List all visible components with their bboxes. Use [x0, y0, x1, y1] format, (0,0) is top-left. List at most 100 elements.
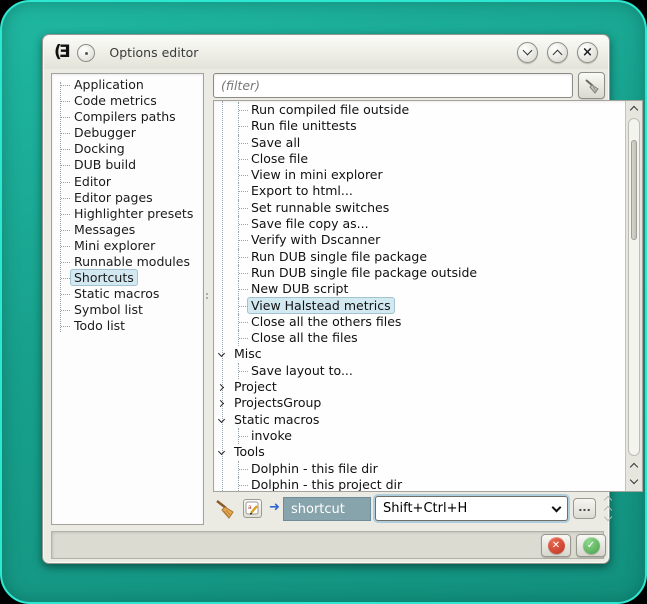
chevron-right-icon[interactable]	[217, 384, 224, 391]
scrollbar-track[interactable]	[628, 118, 640, 456]
maximize-button[interactable]	[547, 42, 568, 63]
app-logo-icon: (Ǝ	[54, 44, 67, 61]
tree-connector	[239, 175, 248, 176]
sidebar-item-debugger[interactable]: Debugger	[52, 125, 203, 141]
chevron-down-icon	[630, 476, 638, 484]
category-panel[interactable]: ApplicationCode metricsCompilers pathsDe…	[51, 73, 204, 525]
tree-item-save-file-copy-as[interactable]: Save file copy as...	[214, 216, 625, 232]
chevron-down-icon[interactable]	[218, 416, 225, 423]
chevron-down-icon[interactable]	[218, 350, 225, 357]
close-icon: ×	[578, 43, 597, 62]
tree-item-view-in-mini-explorer[interactable]: View in mini explorer	[214, 167, 625, 183]
tree-connector	[239, 224, 248, 225]
sidebar-item-static-macros[interactable]: Static macros	[52, 286, 203, 302]
tree-item-project[interactable]: Project	[214, 379, 625, 395]
sidebar-item-label: DUB build	[74, 157, 136, 172]
chevron-up-icon	[630, 106, 638, 114]
property-name-cell[interactable]: shortcut	[283, 497, 371, 521]
clear-filter-button[interactable]	[578, 72, 605, 99]
tree-item-save-layout-to[interactable]: Save layout to...	[214, 363, 625, 379]
sidebar-item-docking[interactable]: Docking	[52, 141, 203, 157]
tree-connector	[61, 246, 70, 247]
sidebar-item-label: Messages	[74, 222, 135, 237]
tree-item-close-all-the-files[interactable]: Close all the files	[214, 330, 625, 346]
cancel-x-icon: ✕	[548, 537, 565, 554]
tree-connector	[239, 143, 248, 144]
sidebar-item-mini-explorer[interactable]: Mini explorer	[52, 238, 203, 254]
tree-item-run-file-unittests[interactable]: Run file unittests	[214, 118, 625, 134]
sidebar-item-highlighter-presets[interactable]: Highlighter presets	[52, 206, 203, 222]
tree-item-misc[interactable]: Misc	[214, 346, 625, 362]
tree-connector	[239, 208, 248, 209]
tree-item-close-file[interactable]: Close file	[214, 151, 625, 167]
tree-item-view-halstead-metrics[interactable]: View Halstead metrics	[214, 298, 625, 314]
sidebar-item-label: Runnable modules	[74, 254, 190, 269]
tree-connector	[239, 191, 248, 192]
sidebar-item-runnable-modules[interactable]: Runnable modules	[52, 254, 203, 270]
tree-item-set-runnable-switches[interactable]: Set runnable switches	[214, 200, 625, 216]
scroll-up-button[interactable]	[626, 101, 643, 117]
sidebar-item-code-metrics[interactable]: Code metrics	[52, 93, 203, 109]
tree-item-tools[interactable]: Tools	[214, 444, 625, 460]
tree-item-static-macros[interactable]: Static macros	[214, 412, 625, 428]
tree-item-new-dub-script[interactable]: New DUB script	[214, 281, 625, 297]
sidebar-item-editor[interactable]: Editor	[52, 174, 203, 190]
scrollbar-thumb[interactable]	[631, 140, 637, 240]
chevron-down-icon[interactable]	[218, 448, 225, 455]
cancel-button[interactable]: ✕	[541, 534, 571, 557]
sidebar-item-editor-pages[interactable]: Editor pages	[52, 190, 203, 206]
tree-item-run-dub-single-file-package[interactable]: Run DUB single file package	[214, 249, 625, 265]
tree-item-save-all[interactable]: Save all	[214, 135, 625, 151]
sidebar-item-todo-list[interactable]: Todo list	[52, 318, 203, 334]
tree-item-label: Misc	[234, 346, 262, 361]
tree-item-label: Save file copy as...	[251, 216, 369, 231]
more-options-button[interactable]: ...	[573, 498, 596, 519]
minimize-button[interactable]	[517, 42, 538, 63]
tree-item-close-all-the-others-files[interactable]: Close all the others files	[214, 314, 625, 330]
tree-item-label: Save layout to...	[251, 363, 353, 378]
tree-item-label: Save all	[251, 135, 300, 150]
sidebar-item-dub-build[interactable]: DUB build	[52, 157, 203, 173]
clean-broom-icon[interactable]	[213, 497, 237, 521]
tree-item-invoke[interactable]: invoke	[214, 428, 625, 444]
tree-item-label: Close all the others files	[251, 314, 401, 329]
tree-item-verify-with-dscanner[interactable]: Verify with Dscanner	[214, 232, 625, 248]
sidebar-item-messages[interactable]: Messages	[52, 222, 203, 238]
sidebar-item-label: Application	[74, 77, 144, 92]
filter-input[interactable]	[213, 73, 573, 98]
titlebar[interactable]: (Ǝ Options editor ×	[44, 36, 608, 69]
close-button[interactable]: ×	[577, 42, 598, 63]
tree-item-dolphin-this-file-dir[interactable]: Dolphin - this file dir	[214, 461, 625, 477]
shortcut-value-combobox[interactable]: Shift+Ctrl+H	[375, 496, 568, 521]
splitter-handle[interactable]	[205, 291, 209, 303]
sidebar-item-label: Docking	[74, 141, 125, 156]
titlebar-menu-button[interactable]	[77, 44, 95, 62]
tree-item-dolphin-this-project-dir[interactable]: Dolphin - this project dir	[214, 477, 625, 491]
scroll-up-button-2[interactable]	[626, 458, 643, 474]
tree-item-label: Run DUB single file package outside	[251, 265, 477, 280]
window-title: Options editor	[109, 45, 198, 60]
tree-item-run-compiled-file-outside[interactable]: Run compiled file outside	[214, 102, 625, 118]
tree-connector	[239, 273, 248, 274]
tree-item-label: Verify with Dscanner	[251, 232, 380, 247]
tree-item-projectsgroup[interactable]: ProjectsGroup	[214, 395, 625, 411]
sidebar-item-application[interactable]: Application	[52, 77, 203, 93]
scroll-down-button[interactable]	[626, 474, 643, 490]
sidebar-item-symbol-list[interactable]: Symbol list	[52, 302, 203, 318]
tree-item-label: Export to html...	[251, 183, 353, 198]
tree-connector	[239, 306, 248, 307]
tree-item-label: ProjectsGroup	[234, 395, 321, 410]
chevron-right-icon[interactable]	[217, 400, 224, 407]
sidebar-item-compilers-paths[interactable]: Compilers paths	[52, 109, 203, 125]
edit-value-button[interactable]: a	[243, 499, 262, 518]
ok-button[interactable]: ✓	[576, 534, 606, 557]
tree-item-export-to-html[interactable]: Export to html...	[214, 183, 625, 199]
vertical-scrollbar[interactable]	[625, 101, 642, 491]
shortcuts-panel[interactable]: Run compiled file outsideRun file unitte…	[213, 100, 643, 492]
sidebar-item-shortcuts[interactable]: Shortcuts	[52, 270, 203, 286]
sidebar-item-label: Highlighter presets	[74, 206, 193, 221]
tree-connector	[239, 436, 248, 437]
tree-item-run-dub-single-file-package-outside[interactable]: Run DUB single file package outside	[214, 265, 625, 281]
tree-connector	[61, 230, 70, 231]
ok-check-icon: ✓	[583, 537, 600, 554]
